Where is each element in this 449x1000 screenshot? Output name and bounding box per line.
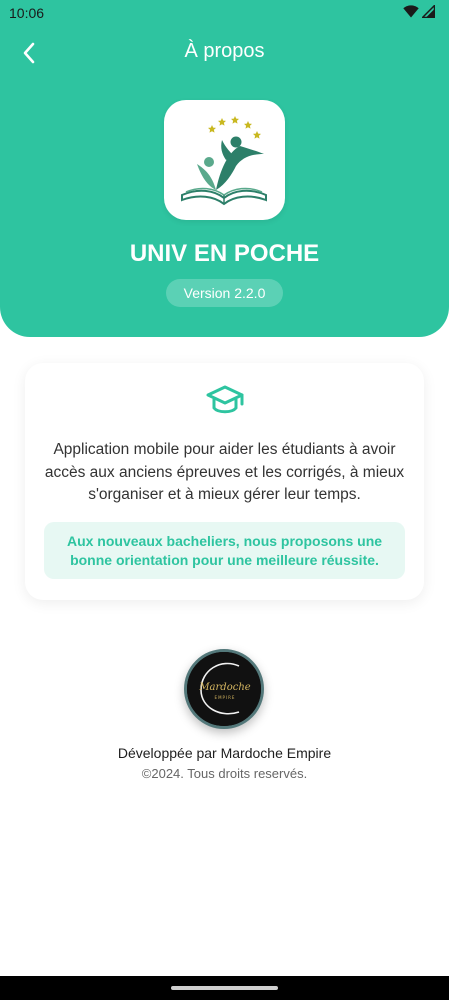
info-card: Application mobile pour aider les étudia… xyxy=(25,363,424,600)
developer-logo: Mardoche EMPIRE xyxy=(184,649,264,729)
mardoche-empire-logo-icon: Mardoche EMPIRE xyxy=(187,652,261,726)
app-name: UNIV EN POCHE xyxy=(129,240,320,267)
system-nav-bar xyxy=(0,976,449,1000)
developer-credit: Développée par Mardoche Empire xyxy=(117,745,332,761)
about-screen: 10:06 À propos UNIV EN POCHE Version 2.2… xyxy=(0,0,449,1000)
page-title: À propos xyxy=(184,40,265,62)
book-students-logo-icon xyxy=(181,116,267,206)
orientation-callout: Aux nouveaux bacheliers, nous proposons … xyxy=(44,522,405,579)
version-badge: Version 2.2.0 xyxy=(166,279,283,307)
status-bar: 10:06 xyxy=(0,0,449,26)
developer-logo-subtext: EMPIRE xyxy=(215,695,236,700)
copyright: ©2024. Tous droits reservés. xyxy=(141,766,308,781)
wifi-icon xyxy=(403,5,419,18)
signal-icon xyxy=(422,5,435,18)
graduation-cap-icon xyxy=(206,385,244,414)
app-description: Application mobile pour aider les étudia… xyxy=(44,441,405,503)
home-indicator[interactable] xyxy=(171,986,278,990)
developer-logo-text: Mardoche xyxy=(198,682,250,693)
header: 10:06 À propos UNIV EN POCHE Version 2.2… xyxy=(0,0,449,337)
status-time: 10:06 xyxy=(9,5,45,21)
app-icon xyxy=(164,100,285,220)
status-icons xyxy=(403,5,435,18)
